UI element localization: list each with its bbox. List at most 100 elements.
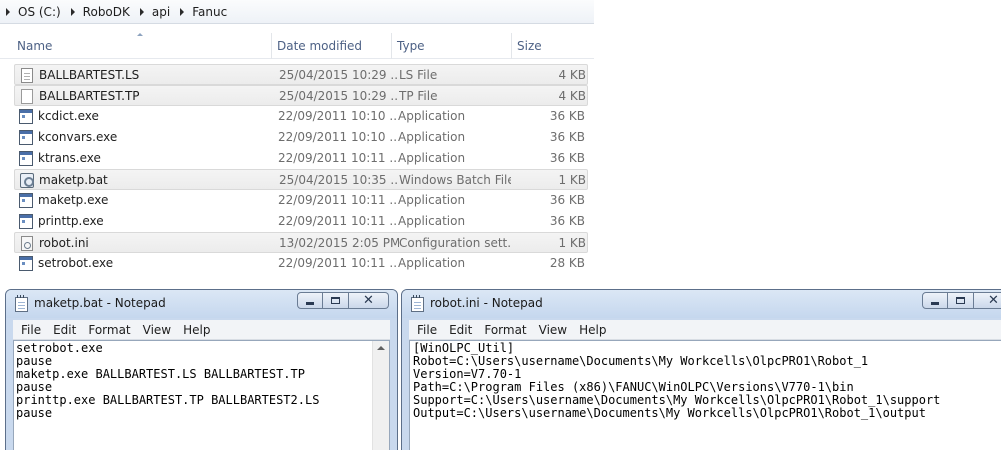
text-editor[interactable]: setrobot.exe pause maketp.exe BALLBARTES… xyxy=(13,340,390,450)
menu-format[interactable]: Format xyxy=(82,323,136,337)
file-date-modified: 22/09/2011 10:10 ... xyxy=(278,109,398,123)
menu-help[interactable]: Help xyxy=(573,323,612,337)
editor-content[interactable]: setrobot.exe pause maketp.exe BALLBARTES… xyxy=(16,342,319,420)
application-icon xyxy=(19,256,33,271)
file-date-modified: 25/04/2015 10:35 ... xyxy=(279,173,399,187)
column-header-size[interactable]: Size xyxy=(512,33,592,59)
text-editor[interactable]: [WinOLPC_Util] Robot=C:\Users\username\D… xyxy=(409,340,1001,450)
notepad-icon xyxy=(411,295,424,312)
breadcrumb-label: api xyxy=(151,4,171,19)
file-date-modified: 22/09/2011 10:11 ... xyxy=(278,256,398,270)
menu-edit[interactable]: Edit xyxy=(47,323,82,337)
minimize-icon xyxy=(306,301,314,305)
batch-file-icon xyxy=(20,173,34,188)
column-headers: Name Date modified Type Size xyxy=(0,33,594,59)
file-row[interactable]: setrobot.exe 22/09/2011 10:11 ... Applicat… xyxy=(14,253,588,274)
file-size: 4 KB xyxy=(558,68,586,82)
file-name: robot.ini xyxy=(39,236,89,250)
menu-file[interactable]: File xyxy=(15,323,47,337)
menu-edit[interactable]: Edit xyxy=(443,323,478,337)
application-icon xyxy=(19,109,33,124)
address-bar[interactable]: OS (C:) RoboDK api Fanuc xyxy=(0,0,594,24)
menu-view[interactable]: View xyxy=(137,323,177,337)
close-button[interactable]: ✕ xyxy=(974,292,1001,309)
file-row[interactable]: ktrans.exe 22/09/2011 10:11 ... Applicatio… xyxy=(14,148,588,169)
file-row[interactable]: robot.ini 13/02/2015 2:05 PM Configuration… xyxy=(14,232,588,253)
menu-bar: File Edit Format View Help xyxy=(13,320,390,340)
menu-help[interactable]: Help xyxy=(177,323,216,337)
application-icon xyxy=(19,151,33,166)
file-name: ktrans.exe xyxy=(38,151,101,165)
close-button[interactable]: ✕ xyxy=(349,292,389,309)
settings-file-icon xyxy=(21,236,33,251)
file-name: kcdict.exe xyxy=(38,109,99,123)
file-type: Application xyxy=(398,151,466,165)
file-date-modified: 22/09/2011 10:11 ... xyxy=(278,214,398,228)
file-row[interactable]: kcdict.exe 22/09/2011 10:10 ... Applicatio… xyxy=(14,106,588,127)
menu-format[interactable]: Format xyxy=(478,323,532,337)
text-file-icon xyxy=(21,68,33,83)
file-type: Application xyxy=(398,109,466,123)
menu-bar: File Edit Format View Help xyxy=(409,320,1001,340)
menu-file[interactable]: File xyxy=(411,323,443,337)
blank-file-icon xyxy=(21,89,33,104)
file-type: Windows Batch File xyxy=(399,173,511,187)
vertical-scrollbar[interactable] xyxy=(372,341,389,450)
file-name: maketp.exe xyxy=(38,193,109,207)
caption-buttons: ✕ xyxy=(922,292,1001,309)
window-title: robot.ini - Notepad xyxy=(430,296,543,310)
file-size: 36 KB xyxy=(549,130,585,144)
file-name: printtp.exe xyxy=(38,214,104,228)
column-header-name[interactable]: Name xyxy=(12,33,272,59)
breadcrumb-os-drive[interactable]: OS (C:) xyxy=(6,5,61,19)
file-size: 36 KB xyxy=(549,109,585,123)
maximize-icon xyxy=(956,297,965,304)
minimize-button[interactable] xyxy=(922,292,948,309)
breadcrumb-arrow-icon[interactable] xyxy=(180,7,185,16)
breadcrumb-label: OS (C:) xyxy=(18,4,61,19)
title-bar[interactable]: robot.ini - Notepad ✕ xyxy=(402,290,1001,318)
breadcrumb-fanuc[interactable]: Fanuc xyxy=(180,5,227,19)
file-name: BALLBARTEST.LS xyxy=(39,68,140,82)
file-name: maketp.bat xyxy=(39,173,108,187)
application-icon xyxy=(19,130,33,145)
column-header-date[interactable]: Date modified xyxy=(272,33,392,59)
file-date-modified: 13/02/2015 2:05 PM xyxy=(279,236,399,250)
maximize-button[interactable] xyxy=(323,292,349,309)
file-type: LS File xyxy=(399,68,438,82)
file-name: setrobot.exe xyxy=(38,256,114,270)
file-date-modified: 25/04/2015 10:29 ... xyxy=(279,89,399,103)
breadcrumb-label: Fanuc xyxy=(192,4,228,19)
breadcrumb-arrow-icon[interactable] xyxy=(70,7,75,16)
breadcrumb-arrow-icon[interactable] xyxy=(139,7,144,16)
maximize-button[interactable] xyxy=(948,292,974,309)
breadcrumb-api[interactable]: api xyxy=(139,4,171,19)
column-header-type[interactable]: Type xyxy=(392,33,512,59)
minimize-button[interactable] xyxy=(297,292,323,309)
file-row[interactable]: kconvars.exe 22/09/2011 10:10 ... Applicat… xyxy=(14,127,588,148)
file-date-modified: 22/09/2011 10:10 ... xyxy=(278,130,398,144)
notepad-icon xyxy=(15,295,28,312)
file-date-modified: 25/04/2015 10:29 ... xyxy=(279,68,399,82)
file-row[interactable]: BALLBARTEST.LS 25/04/2015 10:29 ... LS Fil… xyxy=(14,64,588,85)
file-name: kconvars.exe xyxy=(38,130,118,144)
menu-view[interactable]: View xyxy=(533,323,573,337)
breadcrumb-robodk[interactable]: RoboDK xyxy=(70,4,130,19)
file-size: 36 KB xyxy=(549,193,585,207)
file-size: 36 KB xyxy=(549,151,585,165)
title-bar[interactable]: maketp.bat - Notepad ✕ xyxy=(6,290,397,318)
file-size: 4 KB xyxy=(558,89,586,103)
editor-content[interactable]: [WinOLPC_Util] Robot=C:\Users\username\D… xyxy=(413,342,940,420)
breadcrumb-arrow-icon[interactable] xyxy=(6,7,10,16)
file-size: 36 KB xyxy=(549,214,585,228)
file-row[interactable]: maketp.bat 25/04/2015 10:35 ... Windows Ba… xyxy=(14,169,588,190)
file-explorer: OS (C:) RoboDK api Fanuc Name Date modif… xyxy=(0,0,594,283)
file-row[interactable]: BALLBARTEST.TP 25/04/2015 10:29 ... TP Fil… xyxy=(14,85,588,106)
breadcrumb-label: RoboDK xyxy=(82,4,130,19)
file-type: Application xyxy=(398,214,466,228)
close-icon: ✕ xyxy=(363,293,374,308)
file-row[interactable]: maketp.exe 22/09/2011 10:11 ... Applicatio… xyxy=(14,190,588,211)
file-row[interactable]: printtp.exe 22/09/2011 10:11 ... Applicati… xyxy=(14,211,588,232)
maximize-icon xyxy=(331,297,340,304)
scroll-up-icon[interactable] xyxy=(377,346,385,350)
